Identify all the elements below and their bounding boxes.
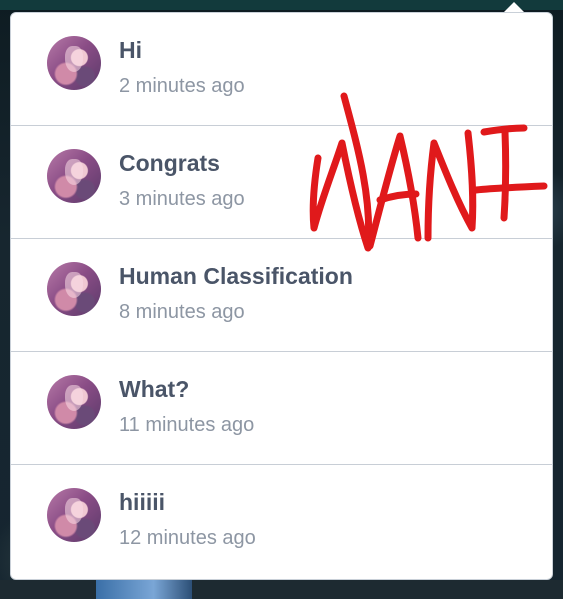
background-thumbnail (96, 580, 192, 599)
background-bottom-bar (0, 580, 563, 599)
notification-time: 8 minutes ago (119, 301, 245, 323)
notification-item[interactable]: Human Classification 8 minutes ago (11, 239, 552, 352)
notification-title: hiiiii (119, 489, 165, 515)
avatar (47, 375, 101, 429)
notification-time: 12 minutes ago (119, 527, 256, 549)
notification-item[interactable]: Hi 2 minutes ago (11, 13, 552, 126)
notification-title: Congrats (119, 150, 220, 176)
notification-time: 3 minutes ago (119, 188, 245, 210)
background-top-bar (0, 0, 563, 10)
notification-item[interactable]: What? 11 minutes ago (11, 352, 552, 465)
avatar (47, 149, 101, 203)
notification-time: 2 minutes ago (119, 75, 245, 97)
avatar (47, 488, 101, 542)
notification-title: Human Classification (119, 263, 353, 289)
avatar (47, 262, 101, 316)
notifications-dropdown: Hi 2 minutes ago Congrats 3 minutes ago … (10, 12, 553, 580)
notification-title: Hi (119, 37, 142, 63)
avatar (47, 36, 101, 90)
notification-item[interactable]: hiiiii 12 minutes ago (11, 465, 552, 578)
notification-item[interactable]: Congrats 3 minutes ago (11, 126, 552, 239)
notification-time: 11 minutes ago (119, 414, 255, 436)
notification-title: What? (119, 376, 190, 402)
